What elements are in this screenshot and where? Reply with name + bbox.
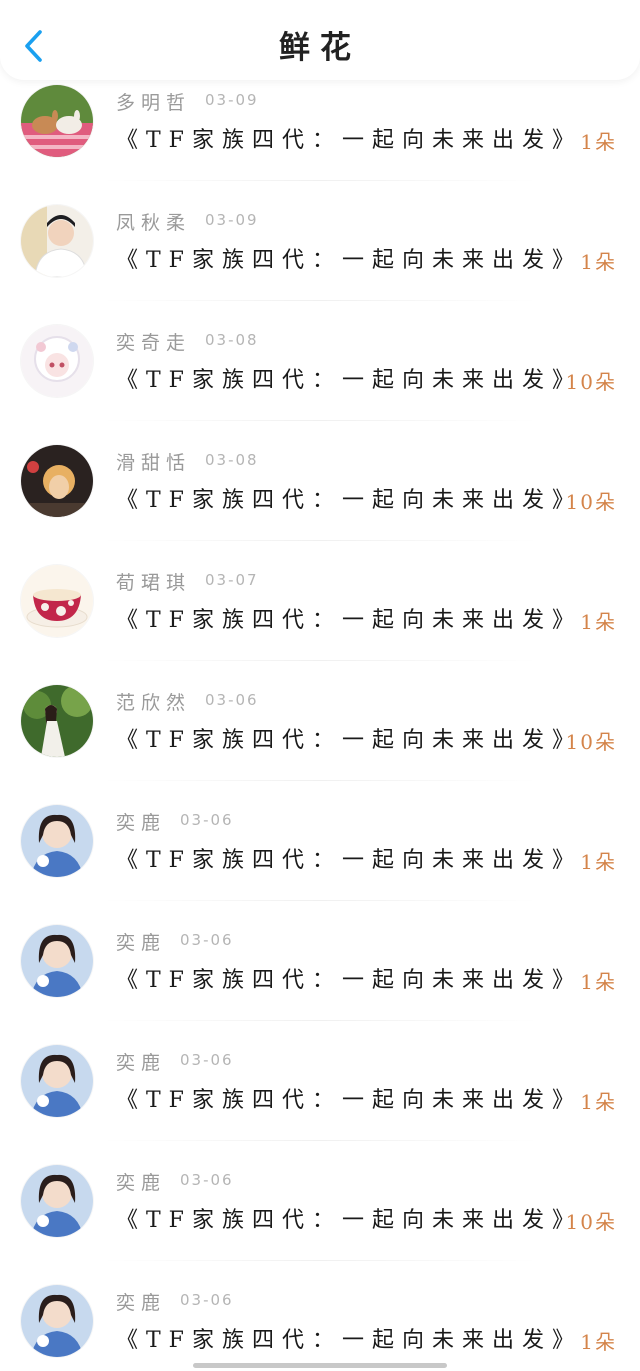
woman-portrait-avatar <box>21 1165 93 1237</box>
sender-name: 滑甜恬 <box>116 452 192 474</box>
sender-name: 奕鹿 <box>116 932 167 954</box>
gift-date: 03-06 <box>180 931 234 949</box>
flower-gift-row[interactable]: 范欣然 03-06 《TF家族四代：一起向未来出发》 10朵 <box>0 680 640 800</box>
user-avatar[interactable] <box>21 205 93 277</box>
user-avatar[interactable] <box>21 925 93 997</box>
home-indicator[interactable] <box>193 1363 447 1368</box>
anime-girl-avatar <box>21 325 93 397</box>
work-title: 《TF家族四代：一起向未来出发》 <box>116 248 582 273</box>
work-title: 《TF家族四代：一起向未来出发》 <box>116 608 582 633</box>
flower-gift-row[interactable]: 奕鹿 03-06 《TF家族四代：一起向未来出发》 1朵 <box>0 1280 640 1371</box>
flowers-page: 鲜花 多明哲 03-09 《TF家族四代：一起向未来出发》 1朵 凤秋柔 03-09 《TF… <box>0 0 640 1371</box>
woman-portrait-avatar <box>21 1285 93 1357</box>
gift-date: 03-09 <box>205 211 259 229</box>
flower-gift-row[interactable]: 滑甜恬 03-08 《TF家族四代：一起向未来出发》 10朵 <box>0 440 640 560</box>
woman-portrait-avatar <box>21 925 93 997</box>
work-title: 《TF家族四代：一起向未来出发》 <box>116 848 582 873</box>
gift-date: 03-09 <box>205 91 259 109</box>
row-divider <box>100 900 540 901</box>
user-avatar[interactable] <box>21 85 93 157</box>
user-avatar[interactable] <box>21 565 93 637</box>
boy-portrait-avatar <box>21 205 93 277</box>
user-avatar[interactable] <box>21 1285 93 1357</box>
flower-gift-row[interactable]: 奕鹿 03-06 《TF家族四代：一起向未来出发》 1朵 <box>0 1040 640 1160</box>
user-avatar[interactable] <box>21 685 93 757</box>
flower-gift-row[interactable]: 奕奇走 03-08 《TF家族四代：一起向未来出发》 10朵 <box>0 320 640 440</box>
sender-name: 奕鹿 <box>116 1172 167 1194</box>
woman-portrait-avatar <box>21 1045 93 1117</box>
user-avatar[interactable] <box>21 805 93 877</box>
forest-girl-avatar <box>21 685 93 757</box>
gift-date: 03-07 <box>205 571 259 589</box>
flower-count: 1朵 <box>580 130 617 154</box>
row-divider <box>100 180 540 181</box>
flower-gift-row[interactable]: 奕鹿 03-06 《TF家族四代：一起向未来出发》 1朵 <box>0 920 640 1040</box>
sender-name: 荀珺琪 <box>116 572 192 594</box>
work-title: 《TF家族四代：一起向未来出发》 <box>116 1328 582 1353</box>
flower-count: 1朵 <box>580 1330 617 1354</box>
gift-date: 03-08 <box>205 331 259 349</box>
row-divider <box>100 1260 540 1261</box>
work-title: 《TF家族四代：一起向未来出发》 <box>116 1088 582 1113</box>
row-divider <box>100 1020 540 1021</box>
gift-date: 03-06 <box>205 691 259 709</box>
work-title: 《TF家族四代：一起向未来出发》 <box>116 1208 582 1233</box>
sender-name: 奕鹿 <box>116 1052 167 1074</box>
teacup-avatar <box>21 565 93 637</box>
user-avatar[interactable] <box>21 445 93 517</box>
row-divider <box>100 660 540 661</box>
flower-gift-row[interactable]: 多明哲 03-09 《TF家族四代：一起向未来出发》 1朵 <box>0 80 640 200</box>
flower-count: 10朵 <box>565 1210 617 1234</box>
sender-name: 范欣然 <box>116 692 192 714</box>
flower-gift-row[interactable]: 荀珺琪 03-07 《TF家族四代：一起向未来出发》 1朵 <box>0 560 640 680</box>
woman-portrait-avatar <box>21 805 93 877</box>
gift-date: 03-06 <box>180 1051 234 1069</box>
rabbits-avatar <box>21 85 93 157</box>
row-divider <box>100 780 540 781</box>
gift-date: 03-06 <box>180 1171 234 1189</box>
flower-count: 1朵 <box>580 970 617 994</box>
flower-count: 10朵 <box>565 490 617 514</box>
flower-count: 10朵 <box>565 730 617 754</box>
flower-count: 1朵 <box>580 250 617 274</box>
flower-count: 10朵 <box>565 370 617 394</box>
row-divider <box>100 300 540 301</box>
row-divider <box>100 420 540 421</box>
page-title: 鲜花 <box>279 30 361 66</box>
flower-gift-list: 多明哲 03-09 《TF家族四代：一起向未来出发》 1朵 凤秋柔 03-09 《TF家族四… <box>0 80 640 1371</box>
girl-portrait-avatar <box>21 445 93 517</box>
flower-gift-row[interactable]: 奕鹿 03-06 《TF家族四代：一起向未来出发》 1朵 <box>0 800 640 920</box>
sender-name: 奕鹿 <box>116 1292 167 1314</box>
work-title: 《TF家族四代：一起向未来出发》 <box>116 968 582 993</box>
sender-name: 多明哲 <box>116 92 192 114</box>
sender-name: 奕鹿 <box>116 812 167 834</box>
gift-date: 03-08 <box>205 451 259 469</box>
work-title: 《TF家族四代：一起向未来出发》 <box>116 128 582 153</box>
user-avatar[interactable] <box>21 1045 93 1117</box>
flower-count: 1朵 <box>580 850 617 874</box>
work-title: 《TF家族四代：一起向未来出发》 <box>116 488 582 513</box>
top-nav-bar: 鲜花 <box>0 0 640 80</box>
flower-count: 1朵 <box>580 1090 617 1114</box>
flower-gift-row[interactable]: 奕鹿 03-06 《TF家族四代：一起向未来出发》 10朵 <box>0 1160 640 1280</box>
work-title: 《TF家族四代：一起向未来出发》 <box>116 728 582 753</box>
gift-date: 03-06 <box>180 1291 234 1309</box>
gift-date: 03-06 <box>180 811 234 829</box>
user-avatar[interactable] <box>21 325 93 397</box>
flower-count: 1朵 <box>580 610 617 634</box>
sender-name: 奕奇走 <box>116 332 192 354</box>
flower-gift-row[interactable]: 凤秋柔 03-09 《TF家族四代：一起向未来出发》 1朵 <box>0 200 640 320</box>
work-title: 《TF家族四代：一起向未来出发》 <box>116 368 582 393</box>
row-divider <box>100 1140 540 1141</box>
user-avatar[interactable] <box>21 1165 93 1237</box>
sender-name: 凤秋柔 <box>116 212 192 234</box>
row-divider <box>100 540 540 541</box>
